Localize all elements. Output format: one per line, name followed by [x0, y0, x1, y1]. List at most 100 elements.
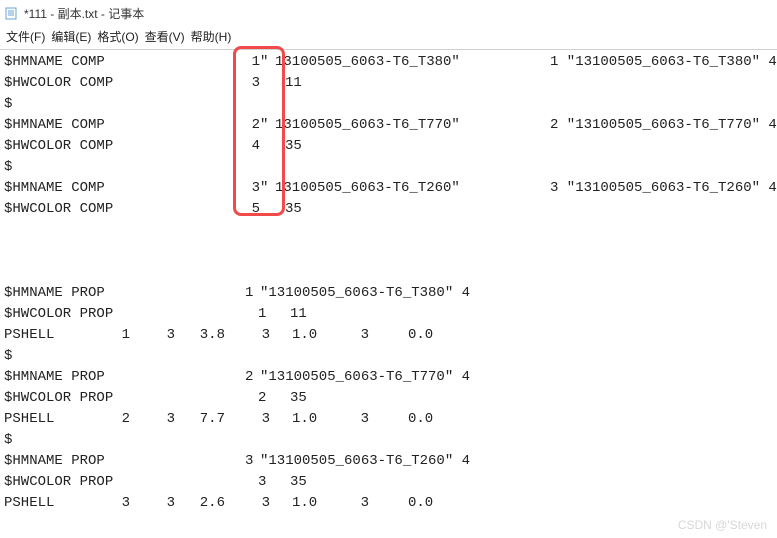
- dollar: $: [4, 94, 12, 115]
- pshell-a: 1: [110, 325, 130, 346]
- hmname-prop-label: $HMNAME PROP: [4, 283, 105, 304]
- comp-num: 1: [240, 52, 260, 73]
- blank-line: [0, 262, 777, 283]
- text-line: $HWCOLOR PROP 1 11: [0, 304, 777, 325]
- pshell-f: 3: [355, 493, 369, 514]
- comp-num: 3: [240, 178, 260, 199]
- quote: ": [260, 178, 268, 199]
- hmname-label: $HMNAME COMP: [4, 178, 105, 199]
- pshell-c: 2.6: [195, 493, 225, 514]
- hmname-prop-label: $HMNAME PROP: [4, 451, 105, 472]
- pshell-g: 0.0: [408, 325, 433, 346]
- hmname-label: $HMNAME COMP: [4, 115, 105, 136]
- text-line: $HMNAME COMP 1 " 13100505_6063-T6_T380" …: [0, 52, 777, 73]
- menu-view[interactable]: 查看(V): [145, 28, 185, 45]
- hmname-label: $HMNAME COMP: [4, 52, 105, 73]
- hwcolor-prop-label: $HWCOLOR PROP: [4, 304, 113, 325]
- pshell-e: 1.0: [292, 325, 317, 346]
- hwcolor-num: 4: [240, 136, 260, 157]
- comp-right: 2 "13100505_6063-T6_T770" 4: [550, 115, 777, 136]
- pshell-b: 3: [155, 409, 175, 430]
- pshell-label: PSHELL: [4, 325, 54, 346]
- text-line: PSHELL 3 3 2.6 3 1.0 3 0.0: [0, 493, 777, 514]
- quote: ": [260, 115, 268, 136]
- prop-hw-a: 3: [258, 472, 266, 493]
- text-line: $HWCOLOR COMP 4 35: [0, 136, 777, 157]
- menu-file[interactable]: 文件(F): [6, 28, 45, 45]
- pshell-c: 7.7: [195, 409, 225, 430]
- text-line: $HWCOLOR PROP 3 35: [0, 472, 777, 493]
- pshell-d: 3: [256, 493, 270, 514]
- pshell-d: 3: [256, 325, 270, 346]
- dollar: $: [4, 430, 12, 451]
- menu-format[interactable]: 格式(O): [97, 28, 138, 45]
- blank-line: [0, 241, 777, 262]
- dollar: $: [4, 346, 12, 367]
- text-line: $HMNAME PROP 1 "13100505_6063-T6_T380" 4: [0, 283, 777, 304]
- comp-num: 2: [240, 115, 260, 136]
- menubar: 文件(F) 编辑(E) 格式(O) 查看(V) 帮助(H): [0, 26, 777, 50]
- text-line: PSHELL 1 3 3.8 3 1.0 3 0.0: [0, 325, 777, 346]
- text-line: $HMNAME PROP 3 "13100505_6063-T6_T260" 4: [0, 451, 777, 472]
- hwcolor-num: 3: [240, 73, 260, 94]
- pshell-e: 1.0: [292, 409, 317, 430]
- pshell-f: 3: [355, 409, 369, 430]
- text-line: $: [0, 157, 777, 178]
- dollar: $: [4, 157, 12, 178]
- hwcolor-val: 35: [285, 199, 302, 220]
- pshell-g: 0.0: [408, 493, 433, 514]
- comp-string: 13100505_6063-T6_T260": [275, 178, 460, 199]
- comp-right: 3 "13100505_6063-T6_T260" 4: [550, 178, 777, 199]
- text-line: $: [0, 94, 777, 115]
- hwcolor-label: $HWCOLOR COMP: [4, 73, 113, 94]
- prop-hw-b: 35: [290, 388, 307, 409]
- pshell-a: 3: [110, 493, 130, 514]
- hwcolor-label: $HWCOLOR COMP: [4, 199, 113, 220]
- text-area[interactable]: $HMNAME COMP 1 " 13100505_6063-T6_T380" …: [0, 50, 777, 514]
- pshell-label: PSHELL: [4, 493, 54, 514]
- text-line: $HWCOLOR COMP 5 35: [0, 199, 777, 220]
- notepad-icon: [4, 5, 20, 21]
- hwcolor-val: 35: [285, 136, 302, 157]
- prop-string: "13100505_6063-T6_T770" 4: [260, 367, 470, 388]
- hmname-prop-label: $HMNAME PROP: [4, 367, 105, 388]
- text-line: $HMNAME COMP 3 " 13100505_6063-T6_T260" …: [0, 178, 777, 199]
- pshell-d: 3: [256, 409, 270, 430]
- blank-line: [0, 220, 777, 241]
- comp-string: 13100505_6063-T6_T770": [275, 115, 460, 136]
- pshell-g: 0.0: [408, 409, 433, 430]
- menu-edit[interactable]: 编辑(E): [51, 28, 91, 45]
- hwcolor-label: $HWCOLOR COMP: [4, 136, 113, 157]
- pshell-a: 2: [110, 409, 130, 430]
- prop-hw-b: 11: [290, 304, 307, 325]
- hwcolor-val: 11: [285, 73, 302, 94]
- titlebar: *111 - 副本.txt - 记事本: [0, 0, 777, 26]
- pshell-c: 3.8: [195, 325, 225, 346]
- prop-hw-a: 1: [258, 304, 266, 325]
- text-line: $HMNAME COMP 2 " 13100505_6063-T6_T770" …: [0, 115, 777, 136]
- hwcolor-prop-label: $HWCOLOR PROP: [4, 472, 113, 493]
- text-line: $: [0, 346, 777, 367]
- menu-help[interactable]: 帮助(H): [191, 28, 232, 45]
- prop-hw-a: 2: [258, 388, 266, 409]
- hwcolor-prop-label: $HWCOLOR PROP: [4, 388, 113, 409]
- pshell-b: 3: [155, 493, 175, 514]
- text-line: $HWCOLOR COMP 3 11: [0, 73, 777, 94]
- watermark: CSDN @'Steven: [678, 518, 767, 532]
- pshell-b: 3: [155, 325, 175, 346]
- text-line: PSHELL 2 3 7.7 3 1.0 3 0.0: [0, 409, 777, 430]
- comp-string: 13100505_6063-T6_T380": [275, 52, 460, 73]
- window-title: *111 - 副本.txt - 记事本: [24, 5, 144, 22]
- comp-right: 1 "13100505_6063-T6_T380" 4: [550, 52, 777, 73]
- pshell-label: PSHELL: [4, 409, 54, 430]
- text-line: $HWCOLOR PROP 2 35: [0, 388, 777, 409]
- text-line: $: [0, 430, 777, 451]
- text-line: $HMNAME PROP 2 "13100505_6063-T6_T770" 4: [0, 367, 777, 388]
- prop-string: "13100505_6063-T6_T380" 4: [260, 283, 470, 304]
- prop-string: "13100505_6063-T6_T260" 4: [260, 451, 470, 472]
- pshell-f: 3: [355, 325, 369, 346]
- hwcolor-num: 5: [240, 199, 260, 220]
- prop-hw-b: 35: [290, 472, 307, 493]
- pshell-e: 1.0: [292, 493, 317, 514]
- quote: ": [260, 52, 268, 73]
